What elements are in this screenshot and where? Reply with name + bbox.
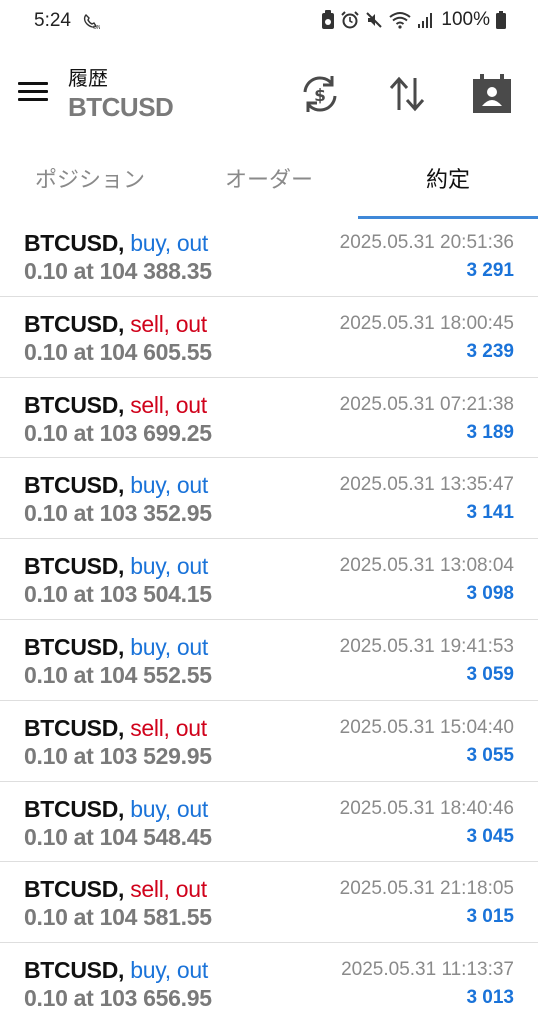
deal-title: BTCUSD, buy, out bbox=[24, 634, 208, 661]
deal-type: buy, out bbox=[130, 553, 208, 580]
menu-icon[interactable] bbox=[14, 76, 52, 108]
deal-profit: 3 141 bbox=[466, 502, 514, 524]
deal-title: BTCUSD, sell, out bbox=[24, 311, 207, 338]
deal-symbol: BTCUSD, bbox=[24, 553, 125, 580]
tab-positions[interactable]: ポジション bbox=[0, 150, 180, 216]
deal-type: buy, out bbox=[130, 795, 208, 822]
deal-title: BTCUSD, buy, out bbox=[24, 957, 208, 984]
deal-symbol: BTCUSD, bbox=[24, 310, 125, 337]
svg-text:$: $ bbox=[314, 86, 326, 106]
tab-deals[interactable]: 約定 bbox=[358, 150, 538, 216]
deal-time: 2025.05.31 13:35:47 bbox=[339, 474, 514, 496]
deal-title: BTCUSD, sell, out bbox=[24, 715, 207, 742]
deal-time: 2025.05.31 15:04:40 bbox=[339, 716, 514, 738]
notification-icon bbox=[322, 10, 335, 29]
deal-time: 2025.05.31 18:00:45 bbox=[339, 312, 514, 334]
deal-profit: 3 291 bbox=[466, 260, 514, 281]
deal-profit: 3 239 bbox=[466, 340, 514, 362]
deal-symbol: BTCUSD, bbox=[24, 472, 125, 499]
status-icons: 100% bbox=[321, 9, 506, 31]
deal-time: 2025.05.31 19:41:53 bbox=[339, 635, 514, 657]
deal-volume-price: 0.10 at 104 388.35 bbox=[24, 258, 212, 284]
deal-row[interactable]: BTCUSD, sell, out 0.10 at 104 581.55 2025.… bbox=[0, 862, 538, 944]
deal-volume-price: 0.10 at 103 529.95 bbox=[24, 742, 212, 769]
deal-type: sell, out bbox=[130, 310, 207, 337]
deal-time: 2025.05.31 13:08:04 bbox=[339, 555, 514, 577]
deal-row[interactable]: BTCUSD, buy, out 0.10 at 104 552.55 2025.0… bbox=[0, 620, 538, 701]
deal-row[interactable]: BTCUSD, sell, out 0.10 at 103 529.95 2025.… bbox=[0, 701, 538, 782]
deal-volume-price: 0.10 at 104 552.55 bbox=[24, 661, 212, 688]
deal-title: BTCUSD, sell, out bbox=[24, 392, 207, 419]
deal-time: 2025.05.31 18:40:46 bbox=[339, 797, 514, 819]
deal-symbol: BTCUSD, bbox=[24, 957, 125, 984]
deal-type: sell, out bbox=[130, 714, 207, 741]
deal-symbol: BTCUSD, bbox=[24, 714, 125, 741]
signal-icon bbox=[418, 13, 433, 28]
deal-volume-price: 0.10 at 104 605.55 bbox=[24, 338, 212, 365]
deal-volume-price: 0.10 at 104 581.55 bbox=[24, 904, 212, 931]
deal-symbol: BTCUSD, bbox=[24, 391, 125, 418]
currency-exchange-icon[interactable]: $ bbox=[298, 72, 342, 116]
deal-type: buy, out bbox=[130, 230, 208, 256]
deal-type: buy, out bbox=[130, 633, 208, 660]
status-time: 5:24 bbox=[34, 10, 71, 31]
deal-time: 2025.05.31 07:21:38 bbox=[339, 393, 514, 415]
contact-calendar-icon[interactable] bbox=[470, 72, 514, 116]
deal-volume-price: 0.10 at 103 699.25 bbox=[24, 419, 212, 446]
deal-row[interactable]: BTCUSD, sell, out 0.10 at 103 699.25 2025.… bbox=[0, 378, 538, 459]
page-title: 履歴 bbox=[68, 68, 108, 90]
deal-profit: 3 055 bbox=[466, 744, 514, 766]
deal-row[interactable]: BTCUSD, buy, out 0.10 at 104 548.45 2025.0… bbox=[0, 782, 538, 863]
deal-list: BTCUSD, buy, out 0.10 at 104 388.35 2025.0… bbox=[0, 216, 538, 1024]
wifi-calling-icon: ON bbox=[83, 14, 100, 30]
alarm-icon bbox=[341, 11, 360, 29]
wifi-icon bbox=[389, 12, 412, 29]
deal-volume-price: 0.10 at 103 352.95 bbox=[24, 500, 212, 527]
deal-profit: 3 098 bbox=[466, 583, 514, 605]
deal-volume-price: 0.10 at 104 548.45 bbox=[24, 823, 212, 850]
deal-profit: 3 015 bbox=[466, 906, 514, 928]
deal-time: 2025.05.31 21:18:05 bbox=[339, 878, 514, 900]
status-bar: 5:24 ON 100% bbox=[0, 0, 538, 44]
symbol-subtitle: BTCUSD bbox=[68, 92, 174, 122]
deal-symbol: BTCUSD, bbox=[24, 633, 125, 660]
deal-profit: 3 013 bbox=[466, 987, 514, 1009]
deal-time: 2025.05.31 11:13:37 bbox=[341, 959, 514, 981]
deal-symbol: BTCUSD, bbox=[24, 876, 125, 903]
deal-type: sell, out bbox=[130, 391, 207, 418]
deal-title: BTCUSD, buy, out bbox=[24, 230, 208, 257]
deal-row[interactable]: BTCUSD, buy, out 0.10 at 104 388.35 2025.0… bbox=[0, 216, 538, 297]
deal-profit: 3 045 bbox=[466, 825, 514, 847]
deal-type: sell, out bbox=[130, 876, 207, 903]
deal-title: BTCUSD, buy, out bbox=[24, 472, 208, 499]
deal-title: BTCUSD, buy, out bbox=[24, 796, 208, 823]
deal-type: buy, out bbox=[130, 472, 208, 499]
tab-orders[interactable]: オーダー bbox=[180, 150, 358, 216]
svg-text:ON: ON bbox=[93, 25, 100, 30]
deal-profit: 3 059 bbox=[466, 663, 514, 685]
deal-row[interactable]: BTCUSD, sell, out 0.10 at 104 605.55 2025.… bbox=[0, 297, 538, 378]
sort-icon[interactable] bbox=[385, 72, 429, 116]
deal-symbol: BTCUSD, bbox=[24, 795, 125, 822]
deal-symbol: BTCUSD, bbox=[24, 230, 125, 256]
deal-row[interactable]: BTCUSD, buy, out 0.10 at 103 352.95 2025.0… bbox=[0, 458, 538, 540]
deal-row[interactable]: BTCUSD, buy, out 0.10 at 103 656.95 2025.0… bbox=[0, 943, 538, 1024]
deal-volume-price: 0.10 at 103 656.95 bbox=[24, 985, 212, 1012]
tab-bar: ポジション オーダー 約定 bbox=[0, 150, 538, 220]
deal-volume-price: 0.10 at 103 504.15 bbox=[24, 581, 212, 608]
toolbar: 履歴 BTCUSD $ bbox=[0, 52, 538, 132]
mute-icon bbox=[366, 12, 383, 28]
deal-row[interactable]: BTCUSD, buy, out 0.10 at 103 504.15 2025.0… bbox=[0, 539, 538, 620]
battery-percent: 100% bbox=[441, 9, 490, 30]
deal-type: buy, out bbox=[130, 957, 208, 984]
battery-icon bbox=[496, 11, 506, 29]
deal-time: 2025.05.31 20:51:36 bbox=[339, 232, 514, 253]
deal-title: BTCUSD, sell, out bbox=[24, 876, 207, 903]
deal-title: BTCUSD, buy, out bbox=[24, 553, 208, 580]
deal-profit: 3 189 bbox=[466, 421, 514, 443]
